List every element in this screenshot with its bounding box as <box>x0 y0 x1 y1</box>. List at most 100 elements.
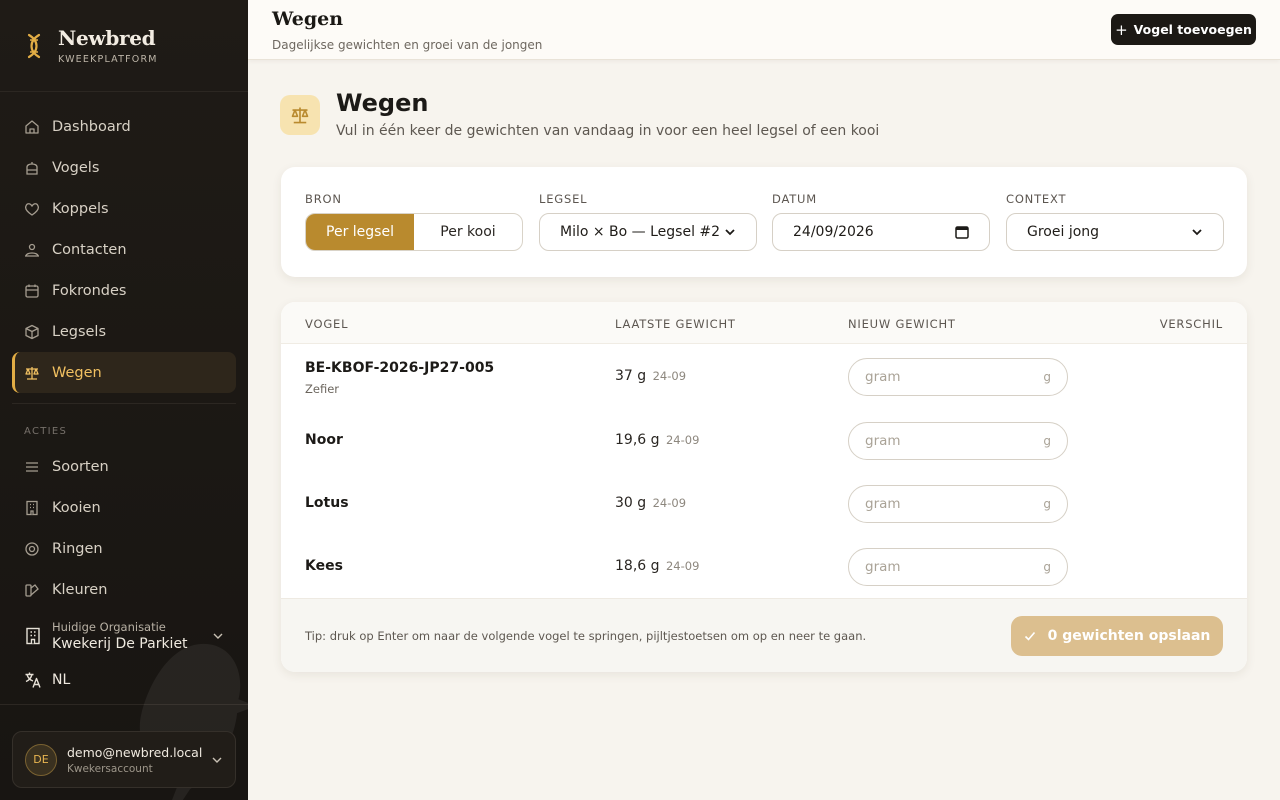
legsel-value: Milo × Bo — Legsel #2 <box>560 224 721 240</box>
column-header: VERSCHIL <box>1159 317 1223 331</box>
last-weight: 19,6 g 24-09 <box>615 432 699 448</box>
new-weight-placeholder: gram <box>865 559 901 575</box>
bird-ring[interactable]: BE-KBOF-2026-JP27-005 <box>305 360 494 376</box>
save-weights-label: 0 gewichten opslaan <box>1047 628 1211 644</box>
datum-label: DATUM <box>772 192 817 206</box>
sidebar-item-label: Soorten <box>52 458 109 475</box>
column-header: LAATSTE GEWICHT <box>615 317 736 331</box>
sidebar-item-label: Koppels <box>52 200 109 217</box>
last-weight: 30 g 24-09 <box>615 495 686 511</box>
chevron-down-icon <box>725 229 735 236</box>
new-weight-placeholder: gram <box>865 369 901 385</box>
brand[interactable]: Newbred KWEEKPLATFORM <box>0 0 248 92</box>
sidebar-item-wegen[interactable]: Wegen <box>12 352 236 393</box>
building-icon <box>26 500 38 515</box>
bird-name[interactable]: Lotus <box>305 495 349 511</box>
page-title: Wegen <box>336 89 429 117</box>
sidebar-item-soorten[interactable]: Soorten <box>12 446 236 487</box>
new-weight-input[interactable]: gram g <box>848 422 1068 460</box>
calendar-icon <box>955 226 969 239</box>
context-select[interactable]: Groei jong <box>1006 213 1224 251</box>
avatar: DE <box>25 743 57 776</box>
table-header: VOGEL LAATSTE GEWICHT NIEUW GEWICHT VERS… <box>281 302 1247 344</box>
building-icon <box>26 627 40 645</box>
list-icon <box>26 461 38 472</box>
sidebar-item-label: Kleuren <box>52 581 108 598</box>
filter-card: BRON Per legsel Per kooi LEGSEL Milo × B… <box>281 167 1247 277</box>
table-row: Kees 18,6 g 24-09 gram g <box>281 536 1247 599</box>
save-weights-button[interactable]: 0 gewichten opslaan <box>1011 616 1223 656</box>
table-row: Lotus 30 g 24-09 gram g <box>281 473 1247 536</box>
column-header: VOGEL <box>305 317 349 331</box>
weights-table: VOGEL LAATSTE GEWICHT NIEUW GEWICHT VERS… <box>281 302 1247 672</box>
scale-icon <box>291 107 309 124</box>
bird-name: Zefier <box>305 382 340 396</box>
last-weight-value: 30 g <box>615 495 647 511</box>
datum-input[interactable]: 24/09/2026 <box>772 213 990 251</box>
language-label: NL <box>52 672 71 688</box>
sidebar-item-label: Ringen <box>52 540 103 557</box>
sidebar-item-koppels[interactable]: Koppels <box>12 188 236 229</box>
brand-name: Newbred <box>58 26 156 50</box>
sidebar-item-vogels[interactable]: Vogels <box>12 147 236 188</box>
page-scale-icon <box>280 95 320 135</box>
per-legsel-button[interactable]: Per legsel <box>306 214 414 250</box>
contacts-icon <box>25 243 39 257</box>
translate-icon <box>25 672 41 688</box>
last-weight-date: 24-09 <box>652 369 687 383</box>
sidebar-item-kleuren[interactable]: Kleuren <box>12 569 236 610</box>
bird-name[interactable]: Noor <box>305 432 343 448</box>
ring-icon <box>25 541 39 556</box>
add-bird-button[interactable]: + Vogel toevoegen <box>1111 14 1256 45</box>
sidebar-item-kooien[interactable]: Kooien <box>12 487 236 528</box>
chevron-down-icon <box>212 757 222 763</box>
last-weight-date: 24-09 <box>665 433 700 447</box>
bron-toggle: Per legsel Per kooi <box>305 213 523 251</box>
context-label: CONTEXT <box>1006 192 1067 206</box>
section-label: ACTIES <box>24 426 68 437</box>
heart-icon <box>25 202 39 216</box>
calendar-icon <box>25 284 39 298</box>
bron-label: BRON <box>305 192 342 206</box>
sidebar-item-dashboard[interactable]: Dashboard <box>12 106 236 147</box>
new-weight-placeholder: gram <box>865 496 901 512</box>
last-weight-value: 37 g <box>615 368 647 384</box>
sidebar-item-label: Fokrondes <box>52 282 127 299</box>
unit-label: g <box>1043 497 1051 511</box>
new-weight-input[interactable]: gram g <box>848 485 1068 523</box>
bird-name[interactable]: Kees <box>305 558 343 574</box>
sidebar-item-label: Contacten <box>52 241 127 258</box>
topbar-subtitle: Dagelijkse gewichten en groei van de jon… <box>272 38 543 52</box>
legsel-select[interactable]: Milo × Bo — Legsel #2 <box>539 213 757 251</box>
sidebar-item-label: Dashboard <box>52 118 131 135</box>
plus-icon: + <box>1115 20 1128 39</box>
sidebar-item-fokrondes[interactable]: Fokrondes <box>12 270 236 311</box>
user-menu[interactable]: DE demo@newbred.local Kwekersaccount <box>12 731 236 788</box>
divider <box>12 403 236 404</box>
sidebar-item-label: Legsels <box>52 323 107 340</box>
add-bird-label: Vogel toevoegen <box>1133 22 1252 37</box>
per-kooi-button[interactable]: Per kooi <box>414 214 522 250</box>
keyboard-tip: Tip: druk op Enter om naar de volgende v… <box>305 629 867 643</box>
sidebar-item-legsels[interactable]: Legsels <box>12 311 236 352</box>
user-email: demo@newbred.local <box>67 744 203 760</box>
dna-logo-icon <box>27 33 41 58</box>
page-subtitle: Vul in één keer de gewichten van vandaag… <box>336 123 880 139</box>
home-icon <box>25 119 39 134</box>
topbar-title: Wegen <box>272 8 344 30</box>
last-weight: 37 g 24-09 <box>615 368 686 384</box>
last-weight-value: 18,6 g <box>615 558 660 574</box>
unit-label: g <box>1043 434 1051 448</box>
last-weight: 18,6 g 24-09 <box>615 558 699 574</box>
sidebar-item-contacten[interactable]: Contacten <box>12 229 236 270</box>
sidebar-item-label: Vogels <box>52 159 100 176</box>
palette-icon <box>25 583 39 597</box>
sidebar-item-ringen[interactable]: Ringen <box>12 528 236 569</box>
column-header: NIEUW GEWICHT <box>848 317 956 331</box>
last-weight-value: 19,6 g <box>615 432 660 448</box>
sidebar-item-label: Wegen <box>52 364 102 381</box>
sidebar-item-label: Kooien <box>52 499 101 516</box>
new-weight-input[interactable]: gram g <box>848 548 1068 586</box>
new-weight-input[interactable]: gram g <box>848 358 1068 396</box>
table-row: BE-KBOF-2026-JP27-005 Zefier 37 g 24-09 … <box>281 344 1247 410</box>
